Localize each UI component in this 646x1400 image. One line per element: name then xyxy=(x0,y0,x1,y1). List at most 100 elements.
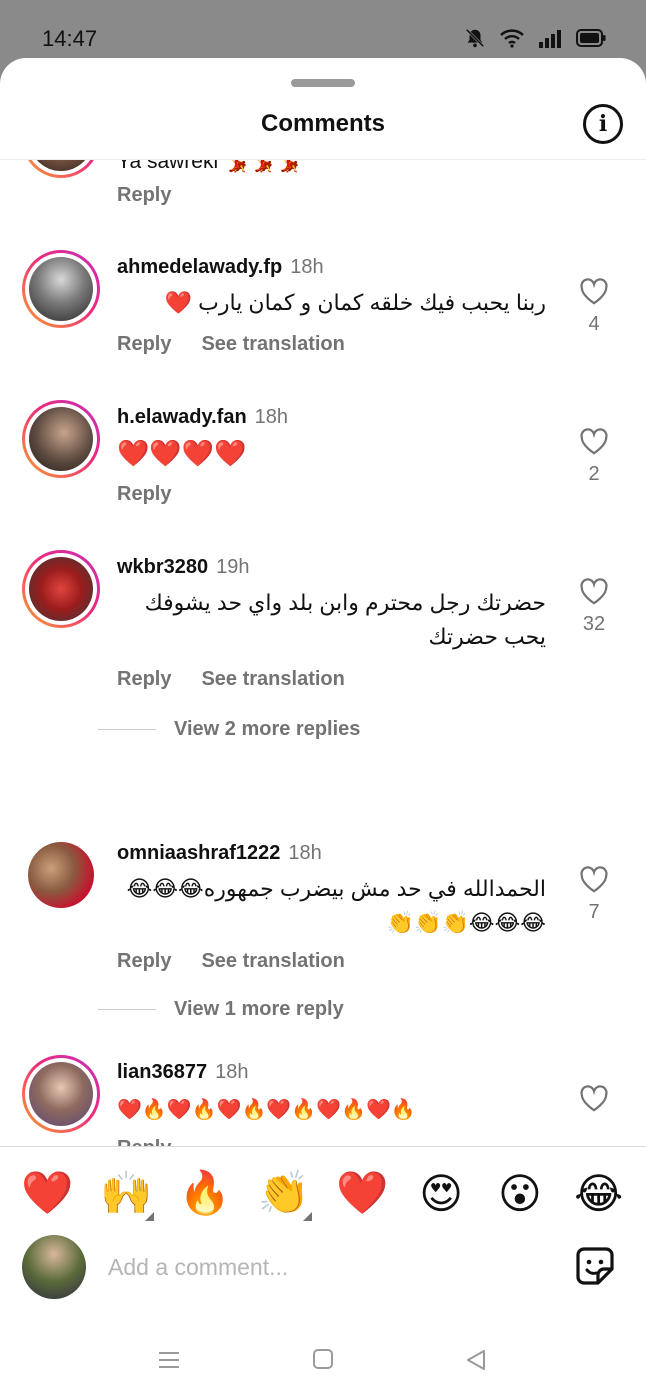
reaction-heart[interactable]: ❤️ xyxy=(17,1163,77,1223)
system-nav-bar xyxy=(0,1328,646,1400)
reaction-surprised[interactable]: 😮 xyxy=(490,1163,550,1223)
signal-icon xyxy=(539,30,561,48)
comment-text: Ya sawreki 💃💃💃 xyxy=(117,160,303,173)
see-translation-button[interactable]: See translation xyxy=(201,950,344,973)
comment-actions: Reply xyxy=(117,1137,171,1146)
comment-meta: wkbr3280 19h xyxy=(117,556,250,579)
avatar-ring[interactable] xyxy=(22,160,100,178)
reply-button[interactable]: Reply xyxy=(117,483,171,506)
avatar xyxy=(29,257,93,321)
reaction-laughing[interactable]: 😂 xyxy=(569,1163,629,1223)
comment-actions: Reply xyxy=(117,483,171,506)
comment-time: 19h xyxy=(216,556,250,578)
reaction-clap-label: 👏 xyxy=(257,1168,310,1217)
like-control: 2 xyxy=(576,428,612,486)
reply-button[interactable]: Reply xyxy=(117,1137,171,1146)
like-control: 7 xyxy=(576,866,612,924)
comment-text: ❤️❤️❤️❤️ xyxy=(117,438,247,468)
reaction-raised-hands-label: 🙌 xyxy=(99,1168,153,1217)
comment-meta: lian36877 18h xyxy=(117,1061,248,1084)
sheet-title: Comments xyxy=(260,110,386,137)
status-icons xyxy=(464,27,606,49)
like-count: 32 xyxy=(582,613,606,635)
comment-meta: h.elawady.fan 18h xyxy=(117,406,288,429)
comment-meta: ahmedelawady.fp 18h xyxy=(117,256,324,279)
like-count: 4 xyxy=(588,313,600,335)
view-replies-button[interactable]: View 2 more replies xyxy=(98,718,360,741)
reply-button[interactable]: Reply xyxy=(117,950,171,973)
like-count: 2 xyxy=(588,463,600,485)
comments-sheet: Comments i Ya sawreki 💃💃💃 Reply ahmedela… xyxy=(0,58,646,1400)
comment-actions: Reply See translation xyxy=(117,668,345,691)
comment-username[interactable]: lian36877 xyxy=(117,1061,207,1083)
reaction-heart-2[interactable]: ❤️ xyxy=(332,1163,392,1223)
comment-item-partial: Ya sawreki 💃💃💃 Reply xyxy=(0,160,646,220)
avatar xyxy=(29,557,93,621)
like-count: 7 xyxy=(588,901,600,923)
reaction-fire[interactable]: 🔥 xyxy=(175,1163,235,1223)
skin-tone-indicator-icon xyxy=(145,1212,155,1221)
menu-icon[interactable] xyxy=(157,1348,181,1372)
like-control: 32 xyxy=(576,578,612,636)
reply-button[interactable]: Reply xyxy=(117,333,171,356)
comment-text: حضرتك رجل محترم وابن بلد واي حد يشوفك يح… xyxy=(144,590,546,649)
comment-meta: omniaashraf1222 18h xyxy=(117,842,322,865)
sheet-drag-handle[interactable] xyxy=(291,79,355,87)
reaction-clap[interactable]: 👏 xyxy=(254,1163,314,1223)
comment-actions: Reply See translation xyxy=(117,333,345,356)
heart-outline-icon[interactable] xyxy=(579,428,609,455)
back-icon[interactable] xyxy=(464,1348,488,1372)
avatar-ring[interactable] xyxy=(22,1055,100,1133)
see-translation-button[interactable]: See translation xyxy=(201,333,344,356)
comment-username[interactable]: omniaashraf1222 xyxy=(117,842,280,864)
quick-reactions-bar: ❤️ 🙌 🔥 👏 ❤️ 😍 😮 😂 xyxy=(0,1163,646,1223)
reaction-raised-hands[interactable]: 🙌 xyxy=(96,1163,156,1223)
reply-button[interactable]: Reply xyxy=(117,184,171,207)
heart-outline-icon[interactable] xyxy=(579,1085,609,1112)
reply-button[interactable]: Reply xyxy=(117,668,171,691)
heart-outline-icon[interactable] xyxy=(579,278,609,305)
avatar xyxy=(29,1062,93,1126)
status-time: 14:47 xyxy=(42,26,98,51)
reaction-heart-eyes[interactable]: 😍 xyxy=(411,1163,471,1223)
heart-outline-icon[interactable] xyxy=(579,866,609,893)
avatar xyxy=(29,160,93,171)
footer-divider xyxy=(0,1146,646,1147)
bell-muted-icon xyxy=(465,28,485,48)
avatar xyxy=(29,407,93,471)
comment-text: الحمدالله في حد مش بيضرب جمهوره😂😂😂 😂😂😂👏👏… xyxy=(126,876,546,935)
comment-time: 18h xyxy=(215,1061,249,1083)
home-icon[interactable] xyxy=(312,1348,334,1370)
view-replies-line xyxy=(98,729,156,730)
comment-text: ربنا يحبب فيك خلقه كمان و كمان يارب ❤️ xyxy=(164,290,546,315)
sticker-icon[interactable] xyxy=(574,1245,616,1287)
battery-icon xyxy=(576,29,606,47)
avatar-ring[interactable] xyxy=(22,400,100,478)
info-button[interactable]: i xyxy=(583,104,623,144)
avatar-ring[interactable] xyxy=(22,250,100,328)
comment-username[interactable]: h.elawady.fan xyxy=(117,406,247,428)
like-control: 4 xyxy=(576,278,612,336)
view-replies-label[interactable]: View 1 more reply xyxy=(174,998,344,1021)
heart-outline-icon[interactable] xyxy=(579,578,609,605)
view-replies-line xyxy=(98,1009,156,1010)
comment-time: 18h xyxy=(254,406,289,428)
view-replies-label[interactable]: View 2 more replies xyxy=(174,718,360,741)
view-replies-button[interactable]: View 1 more reply xyxy=(98,998,344,1021)
like-control xyxy=(576,1085,612,1112)
avatar[interactable] xyxy=(28,842,94,908)
see-translation-button[interactable]: See translation xyxy=(201,668,344,691)
status-bar: 14:47 xyxy=(0,0,646,62)
comment-time: 18h xyxy=(288,842,322,864)
avatar-ring[interactable] xyxy=(22,550,100,628)
comment-time: 18h xyxy=(290,256,324,278)
comment-username[interactable]: ahmedelawady.fp xyxy=(117,256,282,278)
comment-text: ❤️🔥❤️🔥❤️🔥❤️🔥❤️🔥❤️🔥 xyxy=(117,1099,416,1121)
comment-actions: Reply See translation xyxy=(117,950,345,973)
comment-input[interactable] xyxy=(108,1247,528,1287)
info-icon: i xyxy=(598,111,608,137)
wifi-icon xyxy=(500,29,524,48)
comments-list[interactable]: Ya sawreki 💃💃💃 Reply ahmedelawady.fp 18h … xyxy=(0,160,646,1146)
comment-username[interactable]: wkbr3280 xyxy=(117,556,208,578)
skin-tone-indicator-icon xyxy=(302,1212,312,1221)
